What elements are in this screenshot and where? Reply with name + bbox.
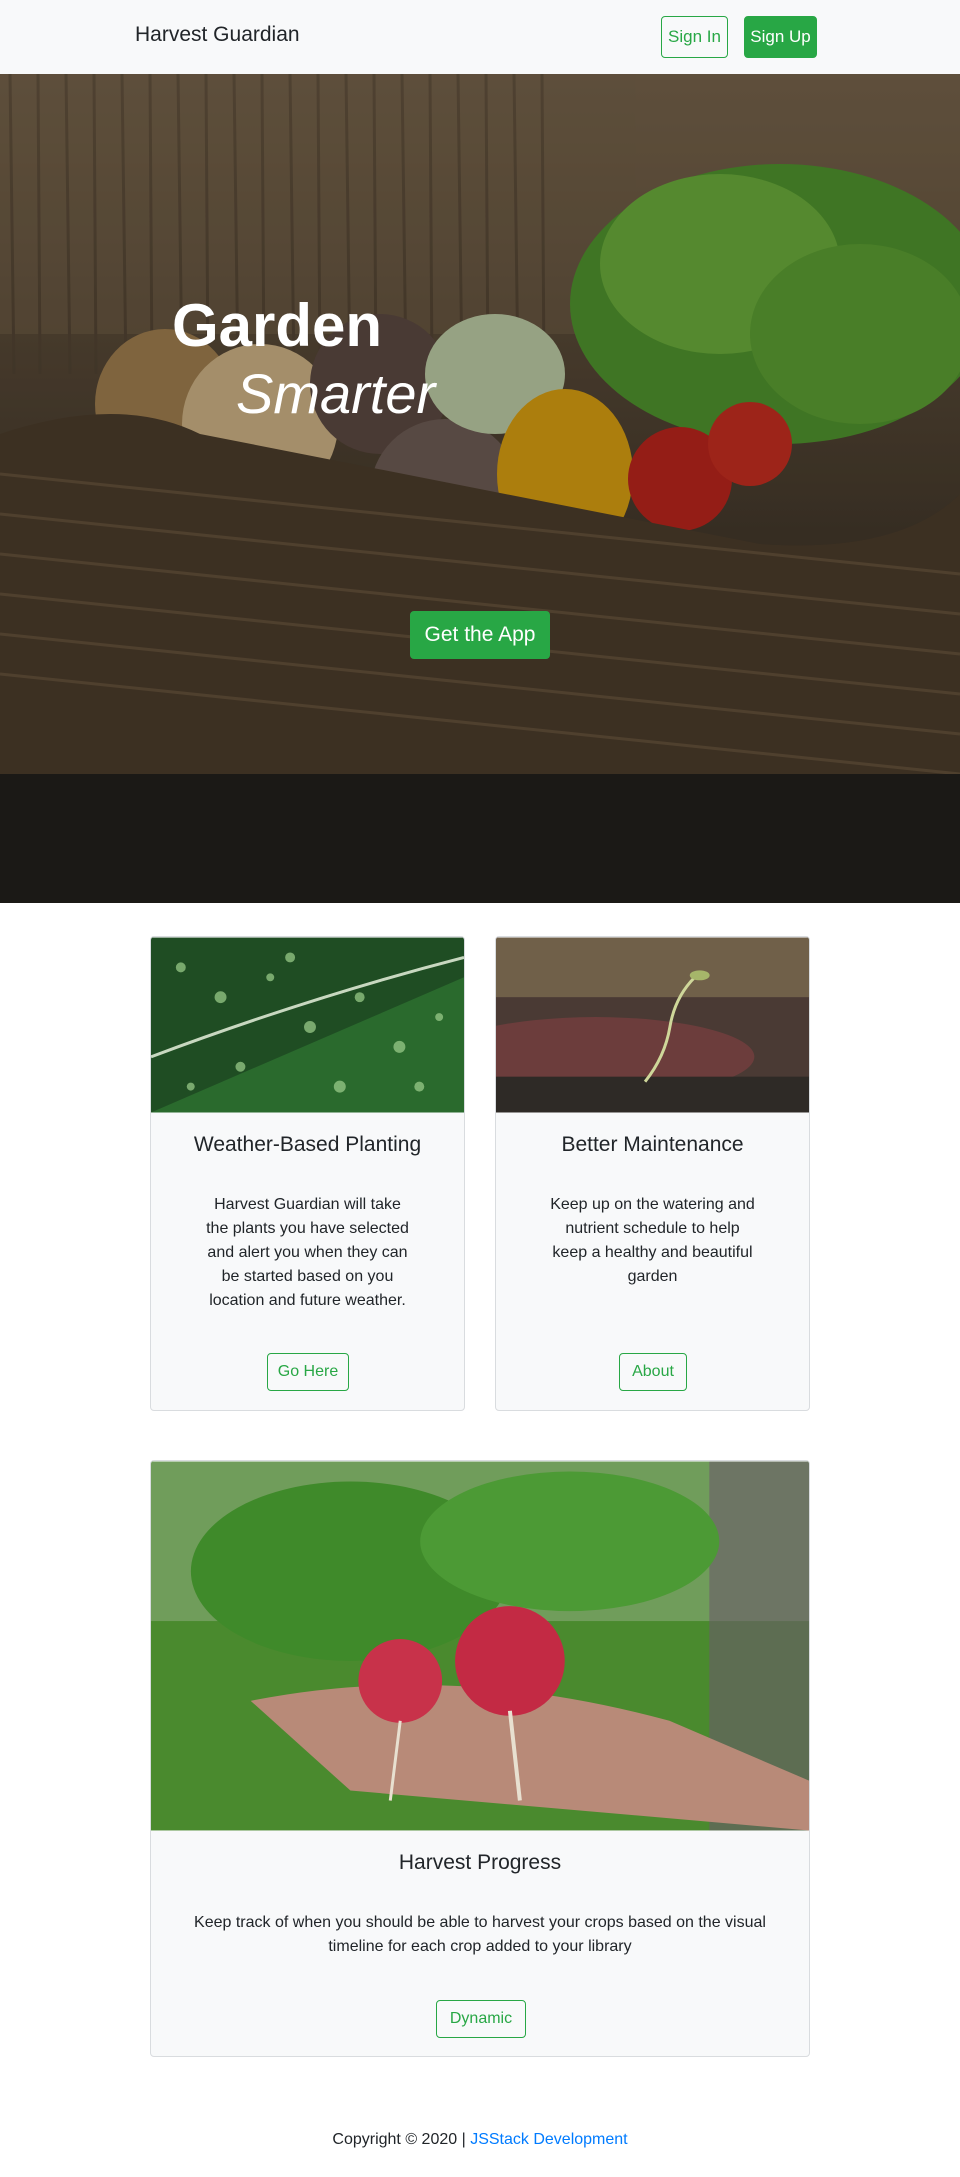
sign-in-button[interactable]: Sign In (661, 16, 728, 58)
about-button[interactable]: About (619, 1353, 687, 1391)
dynamic-button[interactable]: Dynamic (436, 2000, 526, 2038)
footer: Copyright © 2020 | JSStack Development (0, 2131, 960, 2149)
get-the-app-button[interactable]: Get the App (410, 611, 550, 659)
hero-section: Garden Smarter Get the App (0, 74, 960, 903)
feature-card-weather: Weather-Based Planting Harvest Guardian … (150, 936, 465, 1411)
brand-name[interactable]: Harvest Guardian (135, 23, 300, 47)
leaf-droplets-image (151, 937, 464, 1113)
card-text: Keep up on the watering and nutrient sch… (550, 1196, 755, 1285)
seedling-image (496, 937, 809, 1113)
hero-overlay (0, 74, 960, 903)
card-title: Better Maintenance (561, 1133, 744, 1156)
card-text: Keep track of when you should be able to… (194, 1914, 766, 1955)
jsstack-link[interactable]: JSStack Development (470, 2131, 627, 2148)
feature-card-harvest: Harvest Progress Keep track of when you … (150, 1460, 810, 2057)
card-title: Weather-Based Planting (193, 1133, 422, 1156)
sign-up-button[interactable]: Sign Up (744, 16, 817, 58)
radishes-image (151, 1461, 809, 1831)
card-title: Harvest Progress (398, 1851, 562, 1874)
go-here-button[interactable]: Go Here (267, 1353, 349, 1391)
navbar: Harvest Guardian Sign In Sign Up (0, 0, 960, 74)
hero-title-line1: Garden (172, 292, 383, 359)
card-text: Harvest Guardian will take the plants yo… (206, 1196, 409, 1309)
copyright-text: Copyright © 2020 | (332, 2131, 466, 2148)
feature-card-maintenance: Better Maintenance Keep up on the wateri… (495, 936, 810, 1411)
hero-title-line2: Smarter (236, 362, 436, 425)
